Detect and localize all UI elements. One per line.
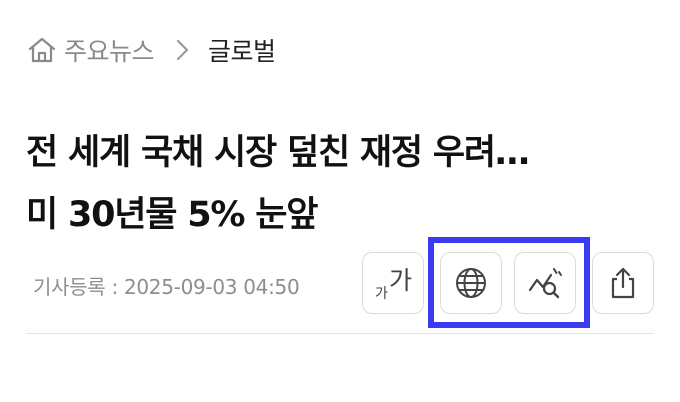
chevron-right-icon xyxy=(176,39,189,61)
divider xyxy=(26,333,654,334)
font-size-button[interactable]: 가 가 xyxy=(362,252,424,314)
globe-icon xyxy=(456,268,486,298)
breadcrumb: 주요뉴스 글로벌 xyxy=(26,30,276,70)
ai-analysis-button[interactable] xyxy=(514,252,576,314)
article-date: 기사등록 : 2025-09-03 04:50 xyxy=(33,275,300,299)
share-icon xyxy=(611,267,635,299)
article-title-line-1: 전 세계 국채 시장 덮친 재정 우려… xyxy=(26,133,530,173)
chart-search-icon xyxy=(528,268,562,299)
translate-button[interactable] xyxy=(440,252,502,314)
article-title-line-2: 미 30년물 5% 눈앞 xyxy=(26,195,318,235)
share-button[interactable] xyxy=(592,252,654,314)
breadcrumb-home-link[interactable]: 주요뉴스 xyxy=(64,32,155,68)
font-size-small-glyph: 가 xyxy=(375,286,388,302)
article-title: 전 세계 국채 시장 덮친 재정 우려… 미 30년물 5% 눈앞 xyxy=(26,122,666,246)
breadcrumb-current-section[interactable]: 글로벌 xyxy=(208,32,276,68)
font-size-large-glyph: 가 xyxy=(389,266,413,295)
home-icon[interactable] xyxy=(26,34,58,66)
